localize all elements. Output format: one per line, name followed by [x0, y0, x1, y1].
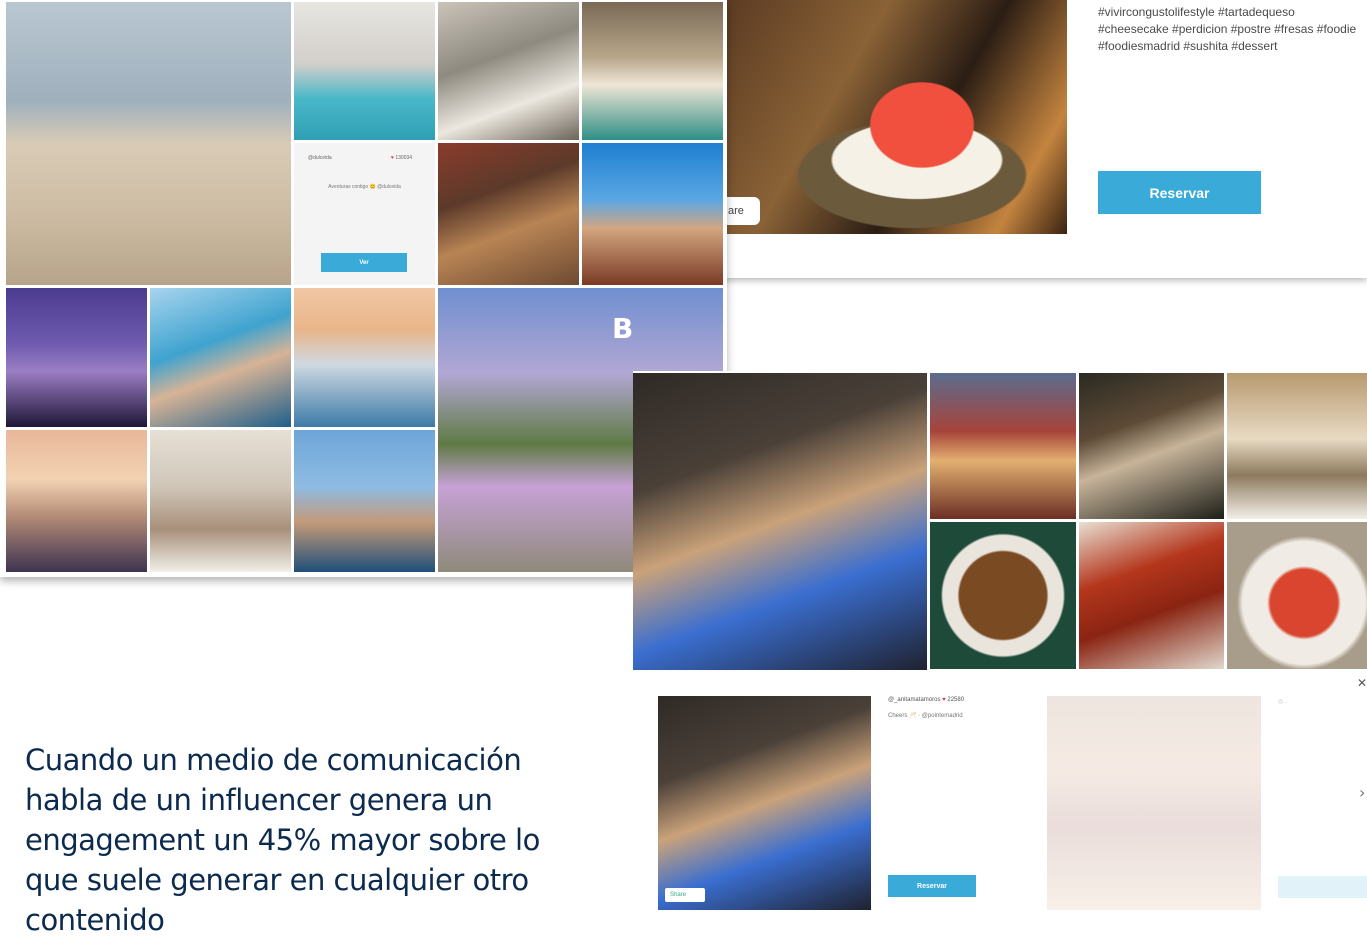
heart-icon: ♥ [391, 155, 394, 161]
brand-badge: B [612, 312, 634, 345]
market-photo [438, 143, 579, 285]
boat-photo [150, 288, 291, 427]
share-button[interactable]: Share [665, 888, 705, 902]
restaurant-friends-photo [633, 373, 927, 670]
faded-reserve-button[interactable] [1278, 876, 1367, 898]
post-hashtags: #vivircongustolifestyle #tartadequeso #c… [1098, 5, 1357, 53]
username-text[interactable]: @_anitamatamoros [888, 697, 940, 703]
dish-photo [1079, 373, 1224, 519]
post-caption: Aventuras contigo 😊 @dulceida [328, 184, 401, 190]
headline-text: Cuando un medio de comunicación habla de… [25, 743, 540, 937]
gazpacho-photo [1227, 522, 1367, 669]
chevron-right-icon[interactable]: › [1359, 783, 1365, 802]
staircase-photo [438, 2, 579, 140]
likes-count: 130034 [395, 155, 413, 161]
drinks-photo [1227, 373, 1367, 519]
post-likes: ♥ 130034 [391, 155, 412, 161]
view-button[interactable]: Ver [321, 253, 407, 272]
post-caption: Cheers 🥂 · @pointemadrid [888, 713, 963, 719]
faded-post-photo [1047, 696, 1261, 910]
tartare-photo [1079, 522, 1224, 669]
bar-photo [930, 373, 1076, 519]
post-username[interactable]: @dulceida [308, 155, 332, 161]
cheesecake-photo [722, 0, 1067, 234]
chickpea-dish-photo [930, 522, 1076, 669]
faded-post-text: @... [1278, 699, 1288, 705]
close-icon[interactable]: ✕ [1357, 676, 1367, 690]
couple-sunset-photo [6, 430, 147, 572]
coast-friends-photo [294, 288, 435, 427]
post-photo [658, 696, 871, 910]
friends-photo [582, 143, 723, 285]
reserve-button[interactable]: Reservar [888, 875, 976, 897]
beach-photo [6, 2, 291, 285]
sunset-teepee-photo [6, 288, 147, 427]
likes-count: 22580 [947, 697, 965, 703]
share-button[interactable]: are [722, 197, 760, 225]
pool-photo [294, 2, 435, 140]
living-room-photo [150, 430, 291, 572]
beach-couple-photo [294, 430, 435, 572]
heart-icon: ♥ [942, 697, 946, 703]
street-photo [582, 2, 723, 140]
reserve-button[interactable]: Reservar [1098, 171, 1261, 214]
post-username[interactable]: @_anitamatamoros ♥ 22580 [888, 697, 964, 703]
